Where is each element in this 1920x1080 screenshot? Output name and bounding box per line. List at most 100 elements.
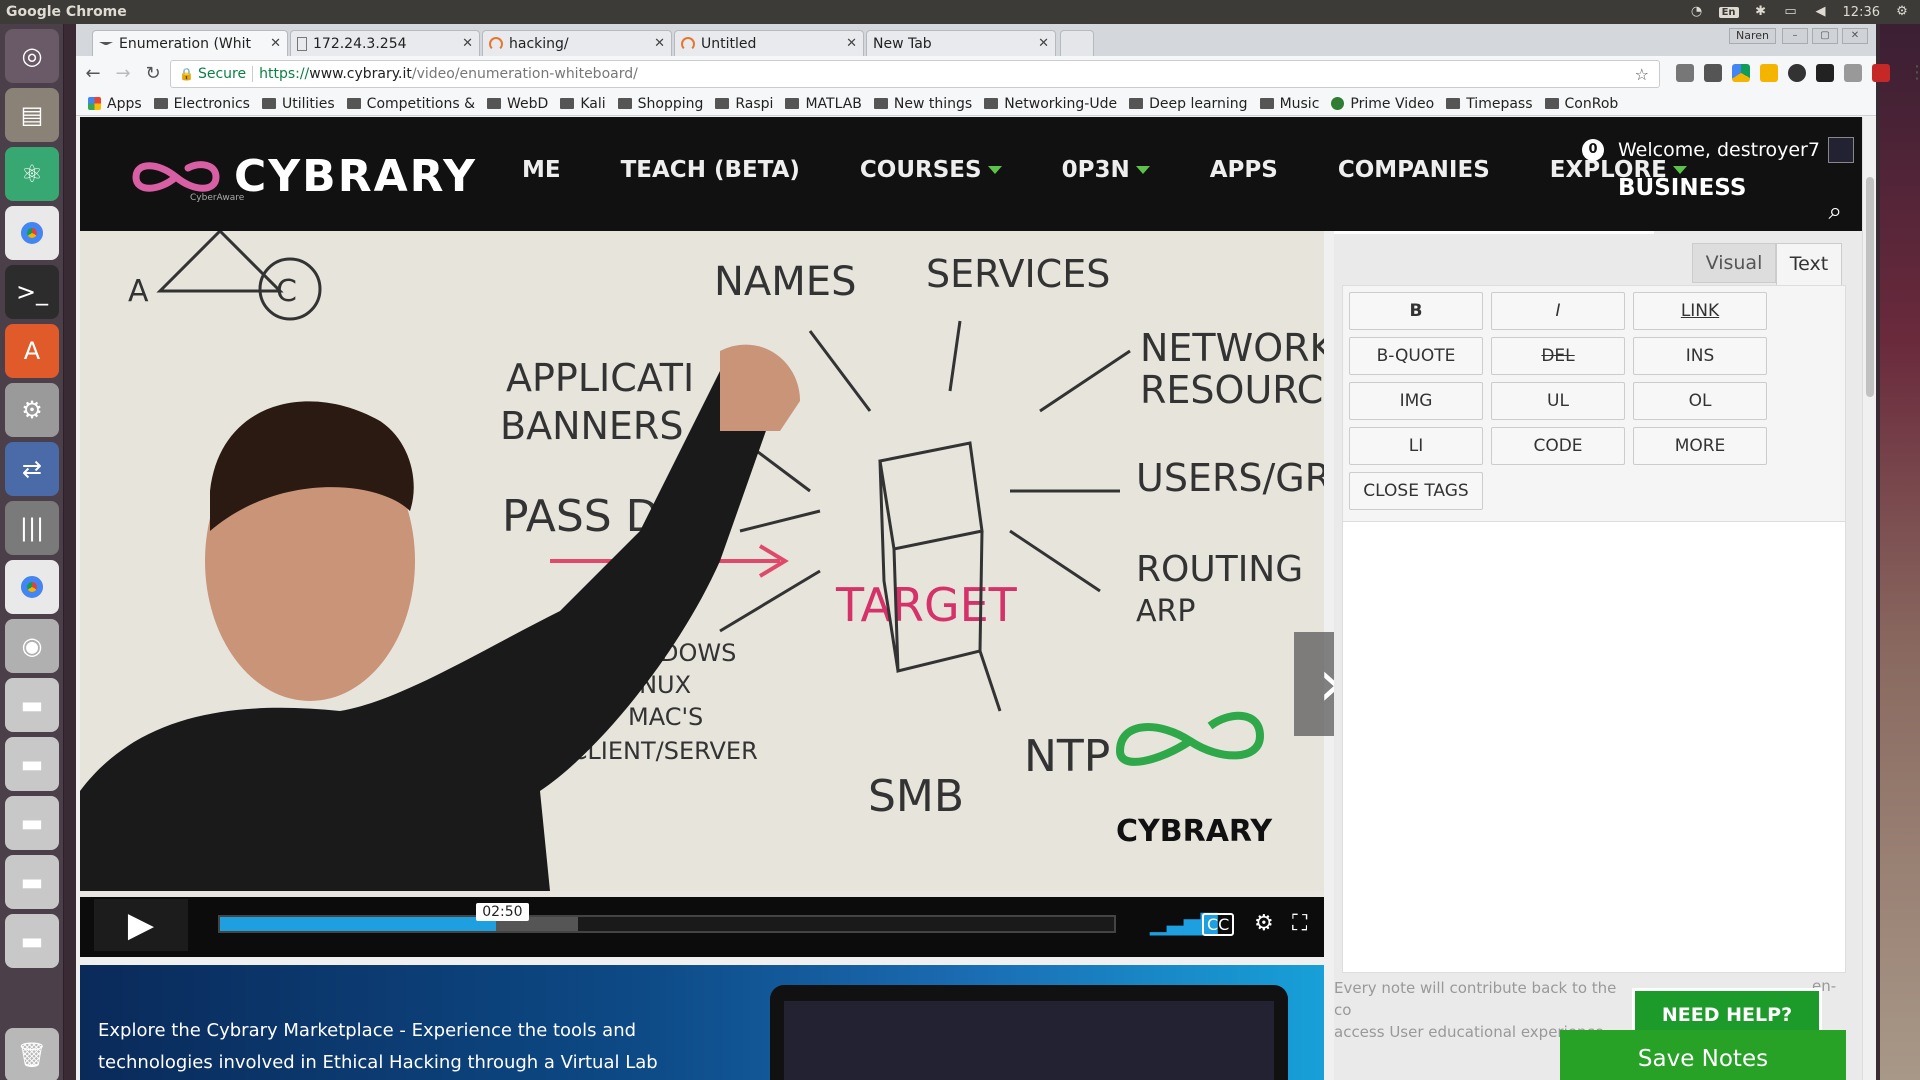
tab-new-tab[interactable]: New Tab ✕ <box>866 30 1056 56</box>
bookmark-folder[interactable]: Kali <box>560 96 606 112</box>
settings-gear-icon[interactable]: ⚙ <box>1894 5 1910 19</box>
tab-hacking[interactable]: hacking/ ✕ <box>482 30 672 56</box>
nav-business[interactable]: BUSINESS <box>1618 175 1746 201</box>
shield-extension-icon[interactable] <box>1872 64 1890 82</box>
blockquote-button[interactable]: B-QUOTE <box>1349 337 1483 375</box>
avatar[interactable] <box>1827 137 1854 163</box>
close-tab-icon[interactable]: ✕ <box>1038 36 1049 51</box>
link-button[interactable]: LINK <box>1633 292 1767 330</box>
remote-desktop-icon[interactable]: ⇄ <box>5 442 59 496</box>
video-progress-bar[interactable]: 02:50 <box>218 903 1116 933</box>
reload-icon[interactable]: ↻ <box>140 61 166 87</box>
trash-icon[interactable]: 🗑 <box>5 1028 59 1080</box>
camera-icon[interactable]: ◉ <box>5 619 59 673</box>
bookmark-folder[interactable]: Utilities <box>261 96 335 112</box>
close-tab-icon[interactable]: ✕ <box>654 36 665 51</box>
nav-apps[interactable]: APPS <box>1210 157 1278 183</box>
close-window-icon[interactable]: ✕ <box>1842 28 1868 44</box>
nav-teach[interactable]: TEACH (BETA) <box>621 157 800 183</box>
close-tab-icon[interactable]: ✕ <box>270 36 281 51</box>
bookmark-folder[interactable]: Networking-Ude <box>984 96 1117 112</box>
profile-button[interactable]: Naren <box>1729 28 1776 44</box>
closed-captions-icon[interactable]: CC <box>1202 913 1235 936</box>
circle-extension-icon[interactable] <box>1788 64 1806 82</box>
cybrary-logo[interactable]: CYBRARY CyberAware <box>130 151 477 203</box>
bookmark-folder[interactable]: Shopping <box>617 96 703 112</box>
ol-button[interactable]: OL <box>1633 382 1767 420</box>
bookmark-folder[interactable]: Music <box>1259 96 1319 112</box>
minimize-icon[interactable]: – <box>1782 28 1808 44</box>
notification-badge[interactable]: 0 <box>1582 139 1604 161</box>
notes-editor[interactable]: B I LINK B-QUOTE DEL INS IMG UL OL LI CO… <box>1342 285 1846 973</box>
fullscreen-icon[interactable]: ⛶ <box>1292 911 1307 936</box>
nav-companies[interactable]: COMPANIES <box>1338 157 1490 183</box>
user-welcome[interactable]: 0 Welcome, destroyer7 <box>1582 137 1854 163</box>
wifi-icon[interactable]: ◔ <box>1689 5 1705 19</box>
marketplace-banner[interactable]: Explore the Cybrary Marketplace - Experi… <box>80 965 1324 1080</box>
tab-ip[interactable]: 172.24.3.254 ✕ <box>290 30 480 56</box>
maximize-icon[interactable]: ▢ <box>1812 28 1838 44</box>
tab-visual[interactable]: Visual <box>1692 243 1776 283</box>
badge-extension-icon[interactable] <box>1816 64 1834 82</box>
disk-drive-icon[interactable]: ▬ <box>5 914 59 968</box>
chrome-icon[interactable] <box>5 206 59 260</box>
close-tab-icon[interactable]: ✕ <box>462 36 473 51</box>
reader-extension-icon[interactable] <box>1704 64 1722 82</box>
ul-button[interactable]: UL <box>1491 382 1625 420</box>
chrome-active-icon[interactable] <box>5 560 59 614</box>
close-tags-button[interactable]: CLOSE TAGS <box>1349 472 1483 510</box>
disk-drive-icon[interactable]: ▬ <box>5 855 59 909</box>
play-button[interactable]: ▶ <box>94 899 188 951</box>
bookmark-folder[interactable]: Electronics <box>153 96 250 112</box>
bluetooth-icon[interactable]: ✱ <box>1753 5 1769 19</box>
bookmark-folder[interactable]: ConRob <box>1544 96 1618 112</box>
system-settings-icon[interactable]: ⚙ <box>5 383 59 437</box>
pocket-extension-icon[interactable] <box>1676 64 1694 82</box>
new-tab-button[interactable] <box>1060 30 1094 56</box>
lightbulb-extension-icon[interactable] <box>1760 64 1778 82</box>
files-icon[interactable]: ▤ <box>5 88 59 142</box>
bookmark-folder[interactable]: WebD <box>487 96 548 112</box>
disk-drive-icon[interactable]: ▬ <box>5 737 59 791</box>
save-notes-button[interactable]: Save Notes <box>1560 1030 1846 1080</box>
bookmark-apps[interactable]: Apps <box>88 96 142 112</box>
nav-me[interactable]: ME <box>522 157 561 183</box>
tab-enumeration[interactable]: Enumeration (Whit ✕ <box>92 30 288 56</box>
dash-icon[interactable]: ◎ <box>5 29 59 83</box>
nav-0p3n[interactable]: 0P3N <box>1062 157 1150 183</box>
video-player[interactable]: A C NAMES SERVICES NETWORK RESOURCES APP… <box>80 231 1324 897</box>
forward-icon[interactable]: → <box>110 61 136 87</box>
gray-extension-icon[interactable] <box>1844 64 1862 82</box>
mixer-icon[interactable]: ||| <box>5 501 59 555</box>
search-icon[interactable]: ⌕ <box>1829 197 1842 225</box>
nav-courses[interactable]: COURSES <box>860 157 1002 183</box>
bookmark-folder[interactable]: Competitions & <box>346 96 475 112</box>
del-button[interactable]: DEL <box>1491 337 1625 375</box>
page-scrollbar[interactable] <box>1862 117 1876 1080</box>
menu-icon[interactable]: ⋮ <box>1904 60 1920 86</box>
bookmark-folder[interactable]: New things <box>873 96 972 112</box>
clock[interactable]: 12:36 <box>1843 5 1880 20</box>
ins-button[interactable]: INS <box>1633 337 1767 375</box>
code-button[interactable]: CODE <box>1491 427 1625 465</box>
close-tab-icon[interactable]: ✕ <box>846 36 857 51</box>
back-icon[interactable]: ← <box>80 61 106 87</box>
tab-text[interactable]: Text <box>1776 243 1842 287</box>
tab-untitled[interactable]: Untitled ✕ <box>674 30 864 56</box>
software-center-icon[interactable]: A <box>5 324 59 378</box>
li-button[interactable]: LI <box>1349 427 1483 465</box>
terminal-icon[interactable]: >_ <box>5 265 59 319</box>
img-button[interactable]: IMG <box>1349 382 1483 420</box>
bookmark-folder[interactable]: Deep learning <box>1129 96 1248 112</box>
volume-icon[interactable]: ◀ <box>1813 5 1829 19</box>
bold-button[interactable]: B <box>1349 292 1483 330</box>
disk-drive-icon[interactable]: ▬ <box>5 678 59 732</box>
bookmark-folder[interactable]: Raspi <box>715 96 773 112</box>
scrollbar-thumb[interactable] <box>1866 177 1874 397</box>
bookmark-folder[interactable]: Timepass <box>1446 96 1533 112</box>
google-drive-icon[interactable] <box>1732 64 1750 82</box>
address-bar[interactable]: 🔒 Secure https:// www.cybrary.it /video/… <box>170 60 1660 88</box>
keyboard-layout[interactable]: En <box>1718 6 1739 18</box>
battery-icon[interactable]: ▭ <box>1783 5 1799 19</box>
italic-button[interactable]: I <box>1491 292 1625 330</box>
